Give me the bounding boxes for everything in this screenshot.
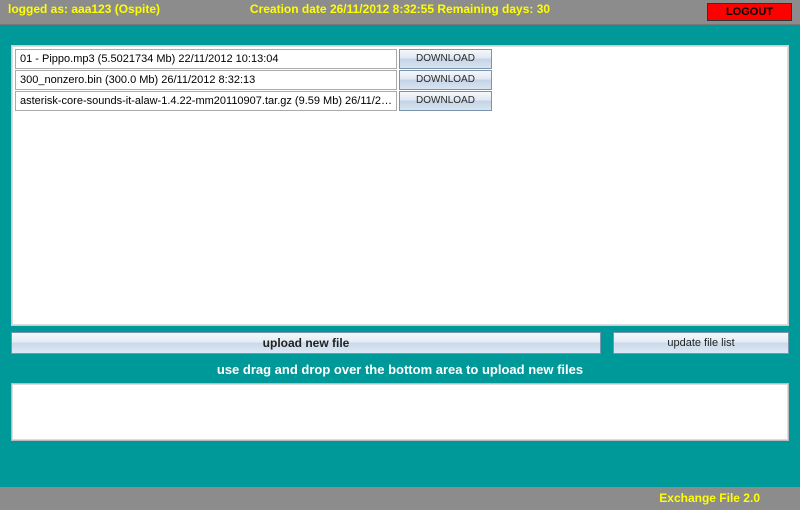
file-list-panel: 01 - Pippo.mp3 (5.5021734 Mb) 22/11/2012… xyxy=(11,45,789,326)
download-button[interactable]: DOWNLOAD xyxy=(399,49,492,69)
login-info: logged as: aaa123 (Ospite) xyxy=(8,2,160,16)
creation-info: Creation date 26/11/2012 8:32:55 Remaini… xyxy=(250,2,550,16)
drag-hint-label: use drag and drop over the bottom area t… xyxy=(11,362,789,377)
download-button[interactable]: DOWNLOAD xyxy=(399,70,492,90)
file-row: 300_nonzero.bin (300.0 Mb) 26/11/2012 8:… xyxy=(15,70,785,90)
file-name: asterisk-core-sounds-it-alaw-1.4.22-mm20… xyxy=(15,91,397,111)
footer-bar: Exchange File 2.0 xyxy=(0,487,800,510)
drop-area[interactable] xyxy=(11,383,789,441)
logout-button[interactable]: LOGOUT xyxy=(707,3,792,21)
main-panel: 01 - Pippo.mp3 (5.5021734 Mb) 22/11/2012… xyxy=(0,25,800,487)
brand-label: Exchange File 2.0 xyxy=(659,491,760,505)
file-row: asterisk-core-sounds-it-alaw-1.4.22-mm20… xyxy=(15,91,785,111)
action-button-row: upload new file update file list xyxy=(11,332,789,354)
update-file-list-button[interactable]: update file list xyxy=(613,332,789,354)
header-bar: logged as: aaa123 (Ospite) Creation date… xyxy=(0,0,800,25)
download-button[interactable]: DOWNLOAD xyxy=(399,91,492,111)
file-name: 01 - Pippo.mp3 (5.5021734 Mb) 22/11/2012… xyxy=(15,49,397,69)
upload-new-file-button[interactable]: upload new file xyxy=(11,332,601,354)
file-row: 01 - Pippo.mp3 (5.5021734 Mb) 22/11/2012… xyxy=(15,49,785,69)
file-name: 300_nonzero.bin (300.0 Mb) 26/11/2012 8:… xyxy=(15,70,397,90)
